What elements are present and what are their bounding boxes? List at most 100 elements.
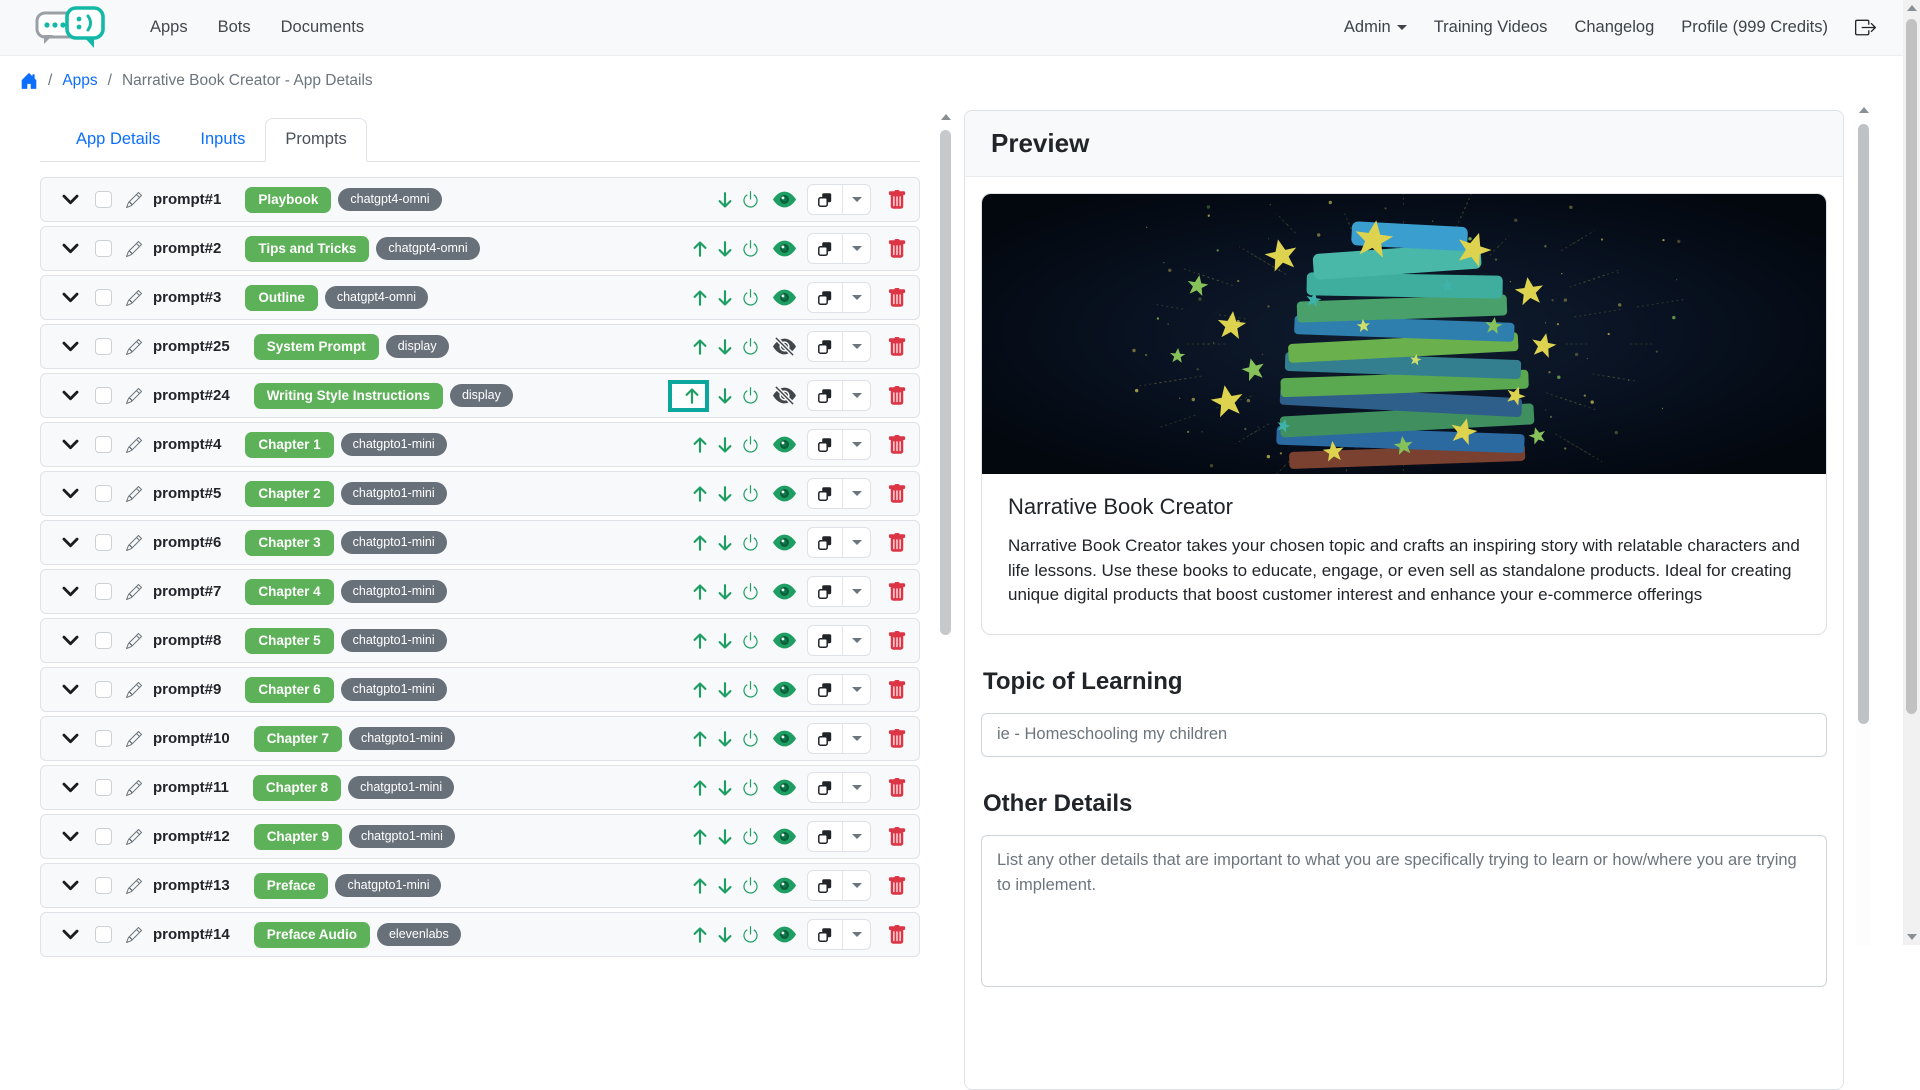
copy-button[interactable] bbox=[808, 381, 843, 410]
toggle-active-button[interactable] bbox=[741, 239, 760, 258]
move-up-button[interactable] bbox=[691, 239, 709, 259]
scroll-down-arrow-icon[interactable] bbox=[1907, 934, 1917, 940]
chevron-down-icon[interactable] bbox=[61, 288, 81, 308]
scroll-up-arrow-icon[interactable] bbox=[941, 114, 951, 120]
prompt-checkbox[interactable] bbox=[95, 632, 112, 649]
app-logo[interactable]: 0101 bbox=[34, 5, 106, 51]
visibility-button[interactable] bbox=[773, 629, 796, 652]
move-down-button[interactable] bbox=[716, 484, 734, 504]
copy-dropdown-button[interactable] bbox=[843, 528, 870, 557]
visibility-button[interactable] bbox=[773, 776, 796, 799]
copy-button[interactable] bbox=[808, 577, 843, 606]
toggle-active-button[interactable] bbox=[741, 386, 760, 405]
prompt-checkbox[interactable] bbox=[95, 730, 112, 747]
page-scrollbar[interactable] bbox=[1903, 0, 1920, 945]
prompt-checkbox[interactable] bbox=[95, 681, 112, 698]
move-down-button[interactable] bbox=[716, 876, 734, 896]
delete-button[interactable] bbox=[887, 484, 907, 504]
admin-dropdown[interactable]: Admin bbox=[1344, 18, 1407, 37]
pencil-icon[interactable] bbox=[126, 780, 142, 796]
pencil-icon[interactable] bbox=[126, 290, 142, 306]
visibility-button[interactable] bbox=[773, 286, 796, 309]
delete-button[interactable] bbox=[887, 876, 907, 896]
move-up-button[interactable] bbox=[691, 337, 709, 357]
visibility-button[interactable] bbox=[773, 874, 796, 897]
chevron-down-icon[interactable] bbox=[61, 190, 81, 210]
copy-dropdown-button[interactable] bbox=[843, 381, 870, 410]
copy-dropdown-button[interactable] bbox=[843, 577, 870, 606]
copy-dropdown-button[interactable] bbox=[843, 332, 870, 361]
move-down-button[interactable] bbox=[716, 680, 734, 700]
copy-button[interactable] bbox=[808, 626, 843, 655]
chevron-down-icon[interactable] bbox=[61, 484, 81, 504]
visibility-button[interactable] bbox=[773, 482, 796, 505]
visibility-button[interactable] bbox=[773, 580, 796, 603]
scrollbar-thumb[interactable] bbox=[940, 130, 951, 635]
nav-apps[interactable]: Apps bbox=[150, 18, 188, 37]
move-down-button[interactable] bbox=[716, 239, 734, 259]
toggle-active-button[interactable] bbox=[741, 925, 760, 944]
move-down-button[interactable] bbox=[716, 337, 734, 357]
chevron-down-icon[interactable] bbox=[61, 582, 81, 602]
scrollbar-thumb[interactable] bbox=[1906, 19, 1917, 714]
chevron-down-icon[interactable] bbox=[61, 386, 81, 406]
pencil-icon[interactable] bbox=[126, 388, 142, 404]
prompt-checkbox[interactable] bbox=[95, 926, 112, 943]
toggle-active-button[interactable] bbox=[741, 729, 760, 748]
move-up-button[interactable] bbox=[691, 876, 709, 896]
copy-dropdown-button[interactable] bbox=[843, 773, 870, 802]
copy-button[interactable] bbox=[808, 871, 843, 900]
copy-dropdown-button[interactable] bbox=[843, 626, 870, 655]
toggle-active-button[interactable] bbox=[741, 435, 760, 454]
prompt-checkbox[interactable] bbox=[95, 485, 112, 502]
prompt-list-scrollbar[interactable] bbox=[938, 112, 953, 945]
prompt-checkbox[interactable] bbox=[95, 436, 112, 453]
prompt-checkbox[interactable] bbox=[95, 338, 112, 355]
move-down-button[interactable] bbox=[716, 925, 734, 945]
chevron-down-icon[interactable] bbox=[61, 827, 81, 847]
toggle-active-button[interactable] bbox=[741, 827, 760, 846]
topic-input[interactable] bbox=[981, 713, 1827, 757]
toggle-active-button[interactable] bbox=[741, 533, 760, 552]
delete-button[interactable] bbox=[887, 729, 907, 749]
copy-button[interactable] bbox=[808, 332, 843, 361]
chevron-down-icon[interactable] bbox=[61, 533, 81, 553]
toggle-active-button[interactable] bbox=[741, 484, 760, 503]
prompt-checkbox[interactable] bbox=[95, 387, 112, 404]
chevron-down-icon[interactable] bbox=[61, 239, 81, 259]
prompt-checkbox[interactable] bbox=[95, 828, 112, 845]
move-up-button[interactable] bbox=[691, 729, 709, 749]
delete-button[interactable] bbox=[887, 337, 907, 357]
copy-button[interactable] bbox=[808, 234, 843, 263]
scroll-up-arrow-icon[interactable] bbox=[1907, 5, 1917, 11]
toggle-active-button[interactable] bbox=[741, 190, 760, 209]
copy-dropdown-button[interactable] bbox=[843, 430, 870, 459]
visibility-button[interactable] bbox=[773, 825, 796, 848]
visibility-button[interactable] bbox=[773, 531, 796, 554]
pencil-icon[interactable] bbox=[126, 682, 142, 698]
toggle-active-button[interactable] bbox=[741, 582, 760, 601]
toggle-active-button[interactable] bbox=[741, 876, 760, 895]
pencil-icon[interactable] bbox=[126, 437, 142, 453]
move-up-button[interactable] bbox=[691, 680, 709, 700]
delete-button[interactable] bbox=[887, 925, 907, 945]
toggle-active-button[interactable] bbox=[741, 778, 760, 797]
pencil-icon[interactable] bbox=[126, 535, 142, 551]
move-up-button[interactable] bbox=[691, 533, 709, 553]
nav-changelog[interactable]: Changelog bbox=[1574, 18, 1654, 37]
move-down-button[interactable] bbox=[716, 631, 734, 651]
chevron-down-icon[interactable] bbox=[61, 778, 81, 798]
move-up-button[interactable] bbox=[691, 484, 709, 504]
pencil-icon[interactable] bbox=[126, 829, 142, 845]
pencil-icon[interactable] bbox=[126, 878, 142, 894]
prompt-checkbox[interactable] bbox=[95, 191, 112, 208]
move-down-button[interactable] bbox=[716, 582, 734, 602]
copy-button[interactable] bbox=[808, 430, 843, 459]
chevron-down-icon[interactable] bbox=[61, 337, 81, 357]
pencil-icon[interactable] bbox=[126, 731, 142, 747]
toggle-active-button[interactable] bbox=[741, 680, 760, 699]
pencil-icon[interactable] bbox=[126, 241, 142, 257]
cursor-highlight-box[interactable] bbox=[668, 380, 709, 412]
visibility-button[interactable] bbox=[773, 923, 796, 946]
copy-button[interactable] bbox=[808, 724, 843, 753]
